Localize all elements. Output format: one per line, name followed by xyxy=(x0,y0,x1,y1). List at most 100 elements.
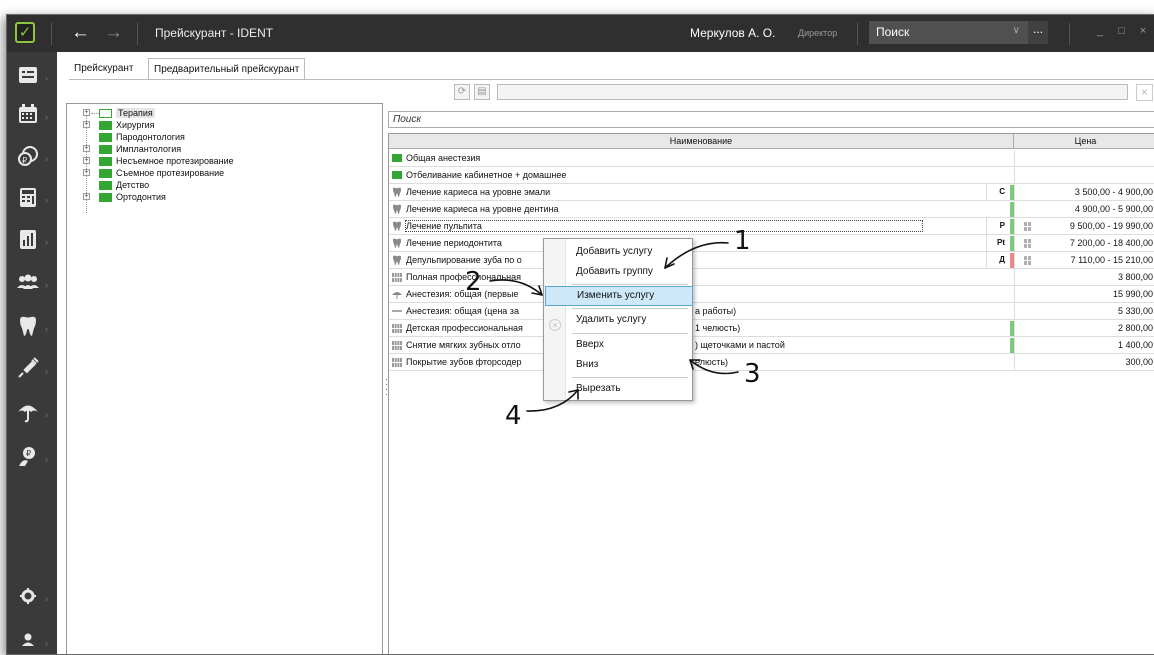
table-row[interactable]: Полная профессиональная 3 800,00 xyxy=(389,269,1154,286)
insurance-umbrella-icon[interactable] xyxy=(17,401,39,423)
service-name-tail: 1 челюсть) xyxy=(695,323,741,333)
service-price: 7 110,00 - 15 210,00 xyxy=(1070,255,1153,265)
tree-item-childhood[interactable]: Детство xyxy=(81,179,149,191)
refresh-icon[interactable]: ⟳ xyxy=(454,84,470,100)
table-row[interactable]: Депульпирование зуба по о Д 7 110,00 - 15 … xyxy=(389,252,1154,269)
calendar-icon[interactable] xyxy=(17,103,39,125)
service-price: 300,00 xyxy=(1125,357,1153,367)
tree-item-therapy[interactable]: + Терапия xyxy=(81,107,155,119)
tooth-icon[interactable] xyxy=(17,315,39,337)
tab-preliminary-price-list[interactable]: Предварительный прейскурант xyxy=(148,58,306,80)
chevron-right-icon: › xyxy=(45,73,48,83)
calculator-icon[interactable] xyxy=(17,186,39,208)
chevron-down-icon[interactable]: ∨ xyxy=(1013,25,1020,36)
menu-item-edit-service[interactable]: Изменить услугу xyxy=(545,286,693,306)
service-name-tail: елюсть) xyxy=(695,357,729,367)
table-row[interactable]: Анестезия: общая (первые 15 990,00 xyxy=(389,286,1154,303)
export-icon[interactable]: ▤ xyxy=(474,84,490,100)
folder-icon xyxy=(99,180,112,190)
syringe-icon[interactable] xyxy=(17,357,39,379)
table-row[interactable]: Лечение периодонтита Pt 7 200,00 - 18 400,… xyxy=(389,235,1154,252)
app-logo-check-icon[interactable]: ✓ xyxy=(15,22,35,43)
table-row[interactable]: Отбеливание кабинетное + домашнее xyxy=(389,167,1154,184)
tooth-icon xyxy=(392,238,402,248)
folder-icon xyxy=(392,171,402,179)
doctor-icon[interactable]: ₽ xyxy=(17,445,39,467)
table-row[interactable]: Покрытие зубов фторсодер елюсть) 300,00 xyxy=(389,354,1154,371)
price-cell-divider xyxy=(1014,320,1015,337)
expand-icon[interactable]: + xyxy=(83,145,90,152)
window-title: Прейскурант - IDENT xyxy=(155,26,274,40)
chevron-right-icon: › xyxy=(45,195,48,205)
tree-item-periodontology[interactable]: Пародонтология xyxy=(81,131,185,143)
window-controls[interactable]: _ □ × xyxy=(1097,25,1152,37)
expand-icon[interactable]: + xyxy=(83,193,90,200)
service-name: Лечение кариеса на уровне дентина xyxy=(406,204,559,214)
table-row[interactable]: Лечение кариеса на уровне дентина 4 900,0… xyxy=(389,201,1154,218)
tree-item-surgery[interactable]: + Хирургия xyxy=(81,119,155,131)
patients-icon[interactable] xyxy=(17,271,39,293)
settings-icon[interactable] xyxy=(17,585,39,607)
search-more-button[interactable]: ... xyxy=(1028,21,1048,44)
column-header-name[interactable]: Наименование xyxy=(389,134,1014,149)
menu-item-add-group[interactable]: Добавить группу xyxy=(545,262,693,282)
close-icon[interactable]: × xyxy=(1136,84,1153,101)
price-cell-divider xyxy=(1014,184,1015,201)
annotation-number-3: 3 xyxy=(744,359,761,389)
folder-icon xyxy=(99,168,112,178)
dentition-icon xyxy=(392,341,402,350)
table-row[interactable]: Лечение пульпита Р 9 500,00 - 19 990,00 xyxy=(389,218,1154,235)
tooth-icon xyxy=(392,255,402,265)
expand-icon[interactable]: + xyxy=(83,169,90,176)
category-tree[interactable]: + Терапия + Хирургия Пародонтология + Им… xyxy=(66,103,383,654)
menu-item-delete-service[interactable]: Удалить услугу xyxy=(545,310,693,330)
service-price: 2 800,00 xyxy=(1117,323,1153,333)
expand-icon[interactable]: + xyxy=(83,157,90,164)
table-row[interactable]: Лечение кариеса на уровне эмали С 3 500,00… xyxy=(389,184,1154,201)
tree-item-implantology[interactable]: + Имплантология xyxy=(81,143,181,155)
column-header-price[interactable]: Цена xyxy=(1015,134,1154,149)
menu-item-move-down[interactable]: Вниз xyxy=(545,355,693,375)
main-window: ✓ ← → Прейскурант - IDENT Меркулов А. О.… xyxy=(6,14,1154,655)
service-name: Снятие мягких зубных отло xyxy=(406,340,521,350)
tree-item-fixed-prosthetics[interactable]: + Несъемное протезирование xyxy=(81,155,234,167)
table-row[interactable]: Общая анестезия xyxy=(389,150,1154,167)
menu-item-cut[interactable]: Вырезать xyxy=(545,379,693,399)
service-name: Лечение кариеса на уровне эмали xyxy=(406,187,551,197)
expand-icon[interactable]: + xyxy=(83,121,90,128)
user-name[interactable]: Меркулов А. О. xyxy=(690,26,775,40)
menu-item-add-service[interactable]: Добавить услугу xyxy=(545,242,693,262)
grid-search-input[interactable]: Поиск xyxy=(388,111,1154,128)
menu-separator xyxy=(572,377,688,378)
price-cell-divider xyxy=(1014,150,1015,167)
dash-icon xyxy=(392,307,402,315)
table-row[interactable]: Детская профессиональная 1 челюсть) 2 800,… xyxy=(389,320,1154,337)
tab-price-list[interactable]: Прейскурант xyxy=(69,58,139,80)
global-search-input[interactable]: Поиск ∨ xyxy=(869,21,1028,44)
menu-separator xyxy=(572,284,688,285)
tree-item-label: Пародонтология xyxy=(116,132,185,142)
document-list-icon[interactable] xyxy=(17,64,39,86)
reports-icon[interactable] xyxy=(17,228,39,250)
table-row[interactable]: Анестезия: общая (цена за а работы) 5 330,… xyxy=(389,303,1154,320)
forward-arrow-icon[interactable]: → xyxy=(104,22,123,44)
menu-item-move-up[interactable]: Вверх xyxy=(545,335,693,355)
folder-icon xyxy=(99,120,112,130)
chevron-right-icon: › xyxy=(45,638,48,648)
svg-text:₽: ₽ xyxy=(22,156,27,165)
service-name: Общая анестезия xyxy=(406,153,481,163)
price-cell-divider xyxy=(1014,218,1015,235)
expand-icon[interactable]: + xyxy=(83,109,90,116)
back-arrow-icon[interactable]: ← xyxy=(71,22,90,44)
table-row[interactable]: Снятие мягких зубных отло) щеточками и п… xyxy=(389,337,1154,354)
annotation-number-2: 2 xyxy=(465,267,482,297)
user-icon[interactable] xyxy=(17,629,39,651)
tree-item-removable-prosthetics[interactable]: + Съемное протезирование xyxy=(81,167,224,179)
chevron-right-icon: › xyxy=(45,112,48,122)
title-bar: ✓ ← → Прейскурант - IDENT Меркулов А. О.… xyxy=(7,15,1154,52)
divider xyxy=(857,23,858,45)
payments-icon[interactable]: ₽ xyxy=(17,145,39,167)
search-placeholder: Поиск xyxy=(876,25,910,39)
toolbar-filter-bar[interactable] xyxy=(497,84,1128,100)
tree-item-orthodontics[interactable]: + Ортодонтия xyxy=(81,191,166,203)
